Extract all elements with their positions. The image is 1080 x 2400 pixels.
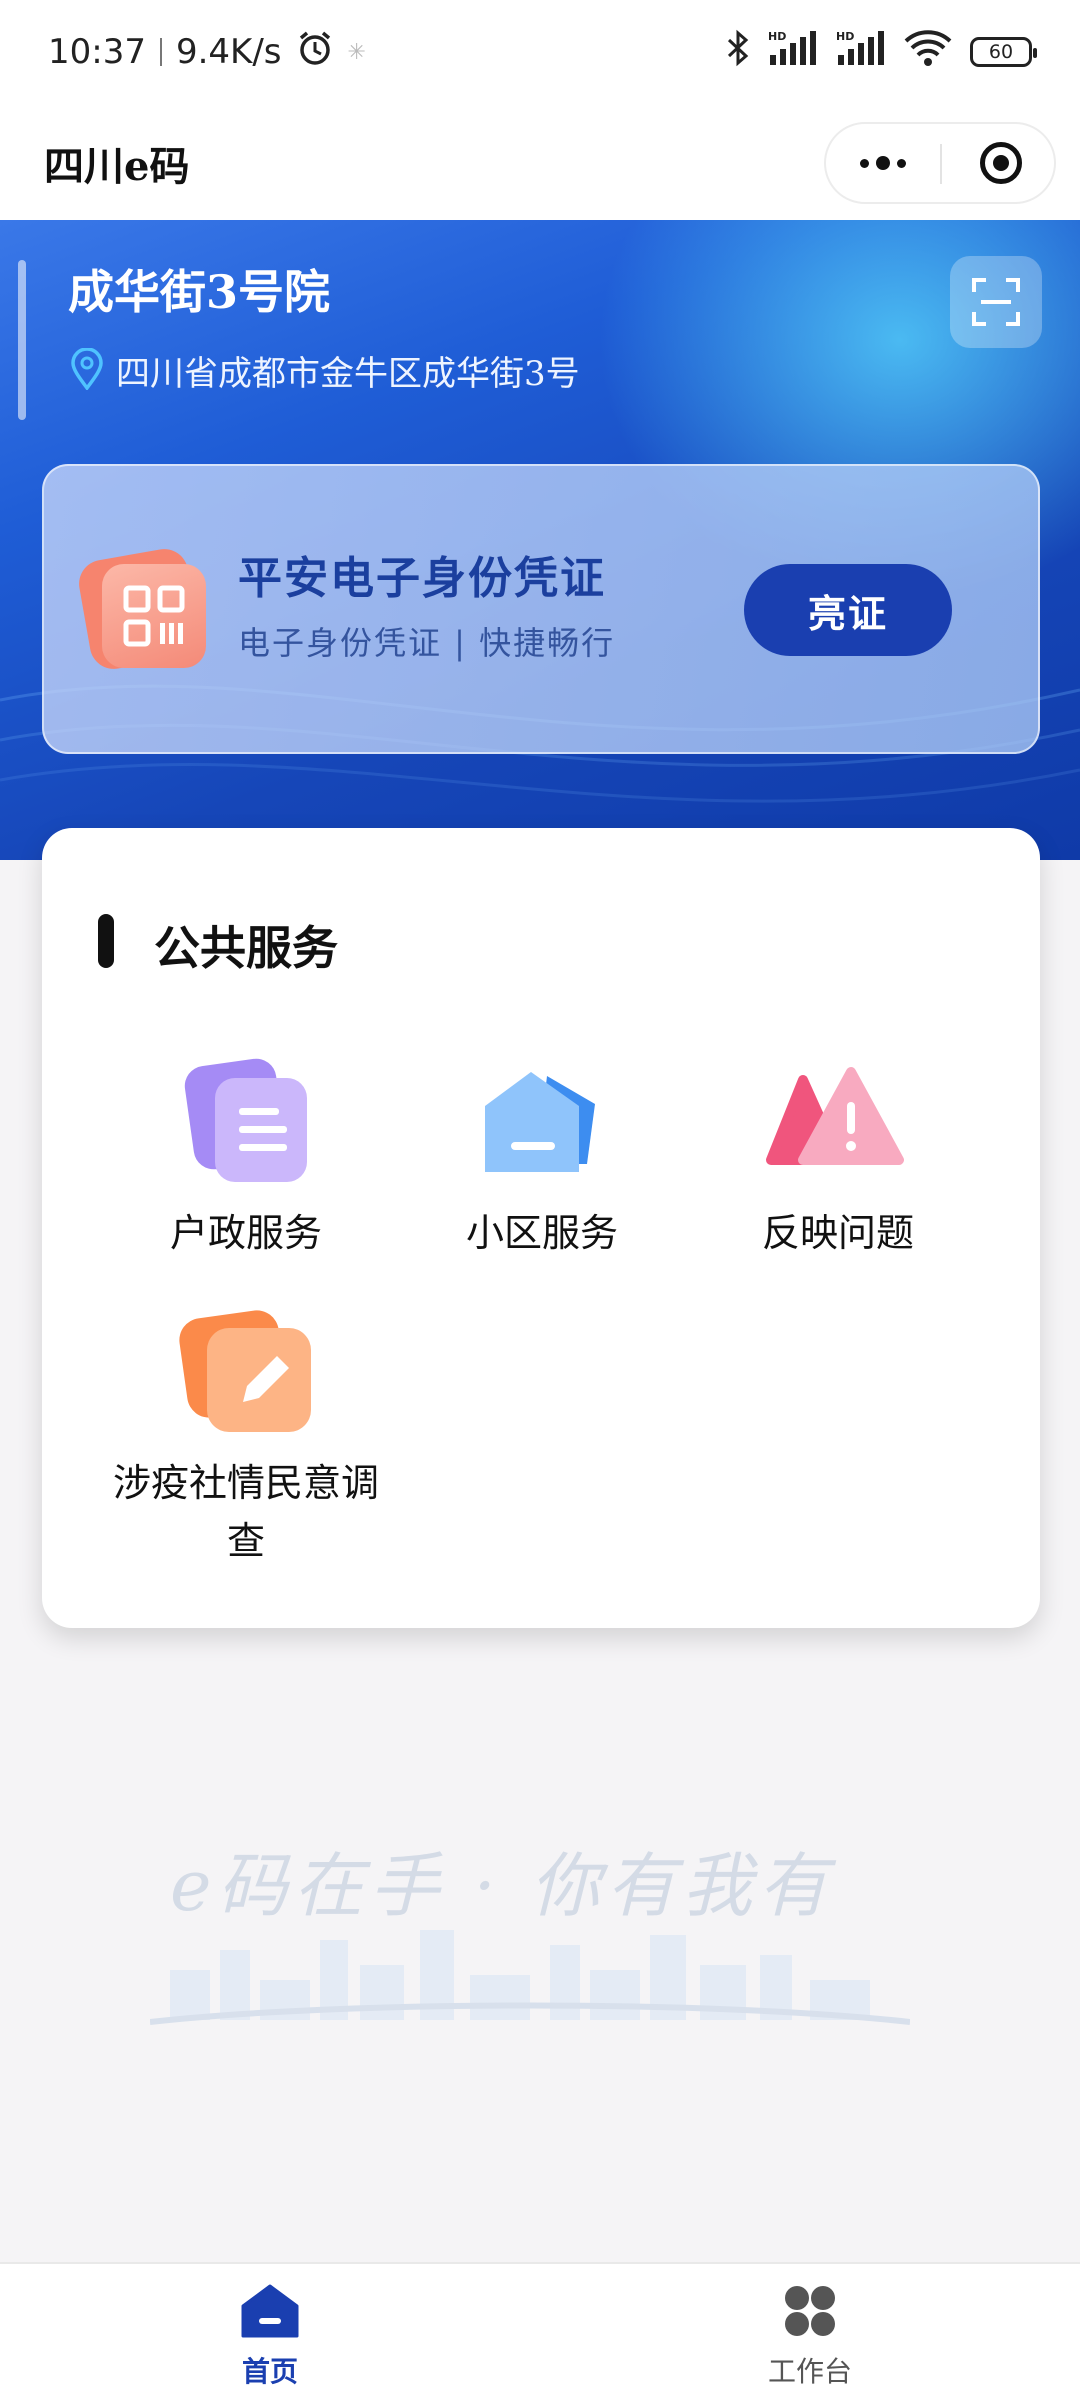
section-title: 公共服务 (154, 921, 338, 975)
service-survey[interactable]: 涉疫社情民意调查 (96, 1306, 396, 1570)
capsule-divider (940, 144, 942, 184)
show-id-button[interactable]: 亮证 (744, 564, 952, 656)
household-icon (171, 1056, 321, 1186)
tab-workbench[interactable]: 工作台 (710, 2284, 910, 2390)
service-label: 反映问题 (761, 1211, 914, 1255)
tab-workbench-label: 工作台 (767, 2355, 852, 2388)
slogan-watermark: e码在手 · 你有我有 (150, 1830, 910, 2030)
battery-level: 60 (988, 41, 1014, 63)
location-name: 成华街3号院 (68, 265, 331, 319)
bluetooth-icon (726, 29, 750, 76)
dot-icon (860, 158, 869, 168)
id-card-subtitle: 电子身份凭证 | 快捷畅行 (238, 624, 616, 662)
status-divider (159, 38, 162, 66)
status-network-speed: 9.4K/s (175, 32, 282, 72)
miniprogram-capsule (824, 122, 1056, 204)
workbench-icon (785, 2286, 835, 2336)
address-row: 四川省成都市金牛区成华街3号 (70, 346, 580, 395)
scan-icon (972, 278, 1020, 326)
notification-icon: ✳ (347, 39, 366, 65)
svg-text:HD: HD (768, 30, 786, 43)
location-pin-icon (70, 346, 104, 394)
city-skyline-decoration (150, 1930, 910, 2025)
survey-icon (171, 1306, 321, 1436)
page-title: 四川e码 (44, 143, 190, 190)
svg-text:HD: HD (836, 30, 854, 43)
community-icon (467, 1056, 617, 1186)
battery-indicator: 60 (970, 37, 1037, 67)
service-label: 小区服务 (465, 1211, 618, 1255)
qr-code-icon (75, 545, 214, 678)
report-issue-icon (763, 1056, 913, 1186)
close-miniprogram-button[interactable] (980, 142, 1022, 184)
bottom-navigation: 首页 工作台 (0, 2262, 1080, 2400)
signal-icon: HD (768, 29, 818, 76)
service-community[interactable]: 小区服务 (392, 1056, 692, 1262)
hero-banner: 成华街3号院 四川省成都市金牛区成华街3号 平安电子身份凭证 电子身份凭证 | … (0, 220, 1080, 860)
service-label: 户政服务 (169, 1211, 322, 1255)
tab-home-label: 首页 (241, 2355, 298, 2388)
dot-icon (876, 156, 890, 170)
dot-icon (897, 158, 906, 168)
signal-icon-2: HD (836, 29, 886, 76)
service-report-issue[interactable]: 反映问题 (688, 1056, 988, 1262)
more-options-button[interactable] (826, 124, 940, 202)
service-label: 涉疫社情民意调查 (112, 1461, 379, 1563)
home-icon (241, 2284, 299, 2338)
service-household[interactable]: 户政服务 (96, 1056, 396, 1262)
status-time: 10:37 (48, 32, 146, 72)
section-marker (98, 914, 114, 968)
id-card-title: 平安电子身份凭证 (238, 553, 606, 604)
alarm-icon (296, 29, 334, 76)
id-credential-card[interactable]: 平安电子身份凭证 电子身份凭证 | 快捷畅行 亮证 (42, 464, 1040, 754)
app-header: 四川e码 (0, 104, 1080, 220)
hero-edge-decoration (18, 260, 26, 420)
tab-home[interactable]: 首页 (170, 2284, 370, 2390)
wifi-icon (904, 29, 952, 76)
public-services-card: 公共服务 户政服务 小区服务 反映问题 涉疫社情民意调查 (42, 828, 1040, 1628)
scan-button[interactable] (950, 256, 1042, 348)
status-bar: 10:37 9.4K/s ✳ HD HD 60 (0, 0, 1080, 104)
location-address: 四川省成都市金牛区成华街3号 (116, 354, 580, 394)
